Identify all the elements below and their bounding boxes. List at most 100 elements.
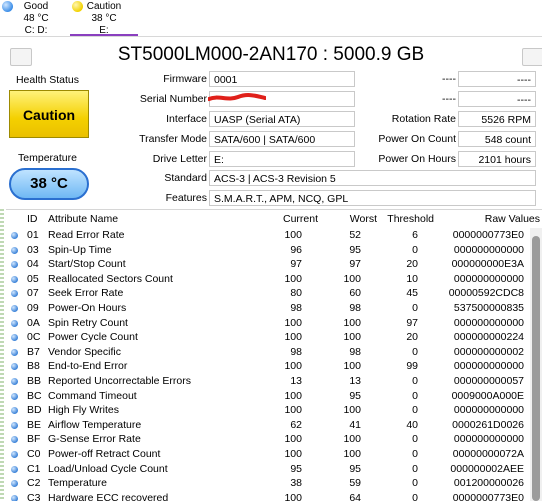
table-row[interactable]: 0C Power Cycle Count 100 100 20 000000000224 [6,330,526,345]
attribute-name: Power-off Retract Count [48,448,161,460]
table-row[interactable]: 01 Read Error Rate 100 52 6 0000000773E0 [6,228,526,243]
status-dot-icon [11,305,18,312]
column-header-id[interactable]: ID [27,213,38,225]
transfer-mode-field: SATA/600 | SATA/600 [209,131,355,147]
table-row[interactable]: 04 Start/Stop Count 97 97 20 000000000E3A [6,257,526,272]
attribute-id: BE [27,418,42,431]
disk-temp: 48 °C [23,13,49,24]
attribute-raw-value: 000000000000 [453,272,524,285]
attribute-threshold: 0 [412,302,418,314]
table-row[interactable]: B7 Vendor Specific 98 98 0 000000000002 [6,345,526,360]
table-row[interactable]: 05 Reallocated Sectors Count 100 100 10 00000… [6,272,526,287]
table-row[interactable]: C1 Load/Unload Cycle Count 95 95 0 000000002A… [6,462,526,477]
table-row[interactable]: C0 Power-off Retract Count 100 100 0 00000000… [6,447,526,462]
health-status-label: Health Status [15,74,80,86]
table-row[interactable]: C2 Temperature 38 59 0 001200000026 [6,476,526,491]
attribute-worst: 100 [343,404,361,417]
attribute-raw-value: 0000261D0026 [452,418,524,431]
status-dot-icon [11,246,18,254]
status-dot-icon [11,494,18,501]
power-on-hours-field: 2101 hours [458,151,536,167]
attribute-worst: 97 [349,258,361,271]
table-row[interactable]: B8 End-to-End Error 100 100 99 000000000000 [6,359,526,374]
attribute-id: C1 [27,462,41,475]
table-row[interactable]: BB Reported Uncorrectable Errors 13 13 0 0000… [6,374,526,389]
disk-status: Good [23,1,49,12]
attribute-name: Airflow Temperature [48,418,142,431]
table-row[interactable]: BF G-Sense Error Rate 100 100 0 000000000000 [6,432,526,447]
power-on-count-field: 548 count [458,131,536,147]
health-status-badge[interactable]: Caution [9,90,89,138]
attribute-current: 100 [284,448,302,460]
attribute-name: Read Error Rate [48,229,125,241]
attribute-threshold: 0 [412,462,418,475]
attribute-id: 07 [27,287,39,300]
attribute-worst: 100 [343,316,361,329]
attribute-name: Reallocated Sectors Count [48,272,173,285]
column-header-attribute-name[interactable]: Attribute Name [48,213,118,225]
disk-temp: 38 °C [91,13,117,24]
divider [0,36,542,37]
attribute-threshold: 0 [412,404,418,417]
attribute-threshold: 10 [406,272,418,285]
table-row[interactable]: BD High Fly Writes 100 100 0 000000000000 [6,403,526,418]
attribute-current: 100 [284,360,302,373]
column-header-threshold[interactable]: Threshold [387,213,434,225]
attribute-threshold: 20 [406,331,418,344]
attribute-name: Hardware ECC recovered [48,491,169,501]
attribute-name: Power Cycle Count [48,331,138,344]
attribute-name: Power-On Hours [48,302,127,314]
column-header-worst[interactable]: Worst [350,213,377,225]
disk-tab-caution[interactable]: Caution 38 °C E: [70,0,138,36]
next-disk-button[interactable] [522,48,542,66]
attribute-current: 100 [284,433,302,446]
attribute-worst: 100 [343,448,361,460]
attribute-worst: 100 [343,331,361,344]
serial-number-label: Serial Number [139,93,207,105]
drive-letter-field: E: [209,151,355,167]
attribute-threshold: 0 [412,375,418,387]
table-row[interactable]: C3 Hardware ECC recovered 100 64 0 0000000773… [6,491,526,501]
power-on-hours-label: Power On Hours [378,153,456,165]
attribute-id: B8 [27,360,40,373]
status-dot-icon [11,363,18,371]
table-row[interactable]: BE Airflow Temperature 62 41 40 0000261D0026 [6,418,526,433]
disk-tab-good[interactable]: Good 48 °C C: D: [0,0,70,36]
attribute-id: C3 [27,491,41,501]
attribute-name: Spin Retry Count [48,316,128,329]
attribute-worst: 98 [349,345,361,358]
attribute-worst: 13 [349,375,361,387]
attribute-raw-value: 000000000000 [453,360,524,373]
column-header-current[interactable]: Current [283,213,318,225]
temperature-label: Temperature [18,152,77,164]
status-dot-icon [11,407,18,415]
temperature-badge[interactable]: 38 °C [9,168,89,200]
attribute-current: 100 [284,491,302,501]
attribute-name: Vendor Specific [48,345,121,358]
table-row[interactable]: 09 Power-On Hours 98 98 0 537500000835 [6,301,526,316]
attribute-worst: 100 [343,433,361,446]
attribute-threshold: 45 [406,287,418,300]
scrollbar-thumb[interactable] [532,236,540,501]
attribute-threshold: 0 [412,433,418,446]
drive-letter-label: Drive Letter [152,153,207,165]
attribute-name: Temperature [48,477,107,490]
table-row[interactable]: 07 Seek Error Rate 80 60 45 00000592CDC8 [6,286,526,301]
status-dot-icon [11,392,18,400]
table-row[interactable]: 0A Spin Retry Count 100 100 97 000000000000 [6,316,526,331]
info-label-blank: ---- [442,93,456,105]
smart-attribute-table[interactable]: ID Attribute Name Current Worst Threshol… [6,209,542,501]
attribute-worst: 59 [349,477,361,490]
status-dot-icon [11,319,18,327]
attribute-current: 38 [290,477,302,490]
vertical-scrollbar[interactable] [530,228,542,501]
table-row[interactable]: 03 Spin-Up Time 96 95 0 000000000000 [6,243,526,258]
attribute-worst: 60 [349,287,361,300]
column-header-raw-values[interactable]: Raw Values [485,213,540,225]
table-row[interactable]: BC Command Timeout 100 95 0 0009000A000E [6,389,526,404]
attribute-raw-value: 00000592CDC8 [448,287,524,300]
power-on-count-label: Power On Count [378,133,456,145]
attribute-current: 98 [290,302,302,314]
status-dot-icon [11,290,18,298]
table-header: ID Attribute Name Current Worst Threshol… [6,210,542,228]
